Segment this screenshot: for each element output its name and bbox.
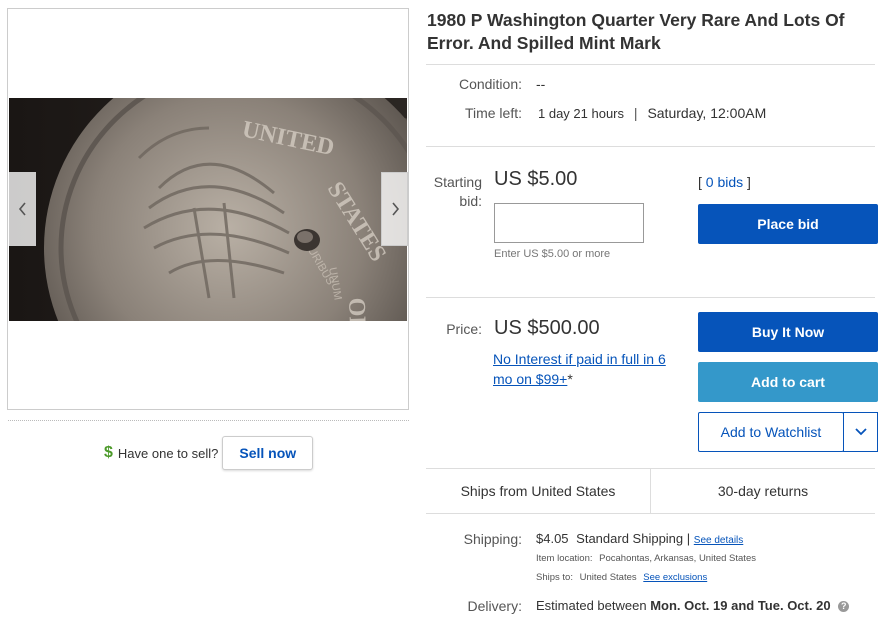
chevron-left-icon <box>18 202 26 216</box>
coin-image: UNITED STATES OF PLURIBUS UNUM <box>9 98 407 321</box>
ships-to-label: Ships to: <box>536 572 573 583</box>
item-title: 1980 P Washington Quarter Very Rare And … <box>427 10 845 53</box>
bids-link[interactable]: 0 bids <box>706 174 743 190</box>
buy-it-now-button[interactable]: Buy It Now <box>698 312 878 352</box>
see-exclusions-link[interactable]: See exclusions <box>643 572 707 583</box>
sell-question: Have one to sell? <box>117 445 219 461</box>
item-location: Item location: Pocahontas, Arkansas, Uni… <box>536 553 756 564</box>
time-separator: | <box>633 105 638 121</box>
starting-bid-price: US $5.00 <box>494 168 578 190</box>
place-bid-button[interactable]: Place bid <box>698 204 878 244</box>
divider <box>426 146 875 147</box>
item-photo[interactable]: UNITED STATES OF PLURIBUS UNUM <box>9 98 407 321</box>
time-left-label: Time left: <box>464 105 522 121</box>
shipping-label: Shipping: <box>463 531 522 547</box>
shipping-row: $4.05 Standard Shipping | See details <box>536 531 743 546</box>
condition-value: -- <box>536 76 546 92</box>
ships-from: Ships from United States <box>426 469 651 513</box>
dollar-icon: $ <box>104 444 113 461</box>
watchlist-dropdown-button[interactable] <box>843 412 878 452</box>
delivery-label: Delivery: <box>467 598 522 614</box>
shipping-summary: Ships from United States 30-day returns <box>426 468 875 514</box>
next-image-button[interactable] <box>381 172 408 246</box>
shipping-cost: $4.05 <box>536 531 569 546</box>
starting-bid-label: Starting bid: <box>433 174 482 209</box>
divider <box>426 297 875 298</box>
price-label: Price: <box>446 321 482 337</box>
add-to-cart-button[interactable]: Add to cart <box>698 362 878 402</box>
divider <box>8 420 409 421</box>
bid-hint: Enter US $5.00 or more <box>494 248 611 260</box>
bid-amount-input[interactable] <box>494 203 644 243</box>
delivery-dates: Mon. Oct. 19 and Tue. Oct. 20 <box>650 598 831 613</box>
financing-offer: No Interest if paid in full in 6 mo on $… <box>493 349 688 389</box>
item-location-value: Pocahontas, Arkansas, United States <box>599 553 756 564</box>
sell-now-button[interactable]: Sell now <box>222 436 314 470</box>
ships-to: Ships to: United States See exclusions <box>536 572 707 583</box>
divider <box>426 64 875 65</box>
ships-to-value: United States <box>579 572 637 583</box>
delivery-estimate: Estimated between Mon. Oct. 19 and Tue. … <box>536 598 850 613</box>
bracket-open: [ <box>698 174 702 190</box>
svg-text:OF: OF <box>343 297 370 321</box>
bracket-close: ] <box>747 174 751 190</box>
question-icon[interactable]: ? <box>838 601 850 612</box>
bids-count: [ 0 bids ] <box>698 174 751 190</box>
returns-policy: 30-day returns <box>717 483 809 499</box>
chevron-right-icon <box>391 202 399 216</box>
financing-link[interactable]: No Interest if paid in full in 6 mo on $… <box>493 351 666 387</box>
image-viewer: UNITED STATES OF PLURIBUS UNUM <box>7 8 409 410</box>
sell-prompt: $ Have one to sell? Sell now <box>104 436 314 470</box>
add-to-watchlist-button[interactable]: Add to Watchlist <box>698 412 844 452</box>
time-left-value: 1 day 21 hours <box>538 106 625 121</box>
time-left-row: 1 day 21 hours | Saturday, 12:00AM <box>538 105 766 121</box>
prev-image-button[interactable] <box>9 172 36 246</box>
end-time: Saturday, 12:00AM <box>647 105 767 121</box>
item-location-label: Item location: <box>536 553 593 564</box>
financing-asterisk: * <box>567 371 573 387</box>
see-details-link[interactable]: See details <box>694 535 743 546</box>
delivery-prefix: Estimated between <box>536 598 647 613</box>
chevron-down-icon <box>854 428 867 436</box>
shipping-separator: | <box>686 531 691 546</box>
condition-label: Condition: <box>458 76 522 92</box>
shipping-service: Standard Shipping <box>576 531 684 546</box>
buy-price: US $500.00 <box>494 317 600 339</box>
